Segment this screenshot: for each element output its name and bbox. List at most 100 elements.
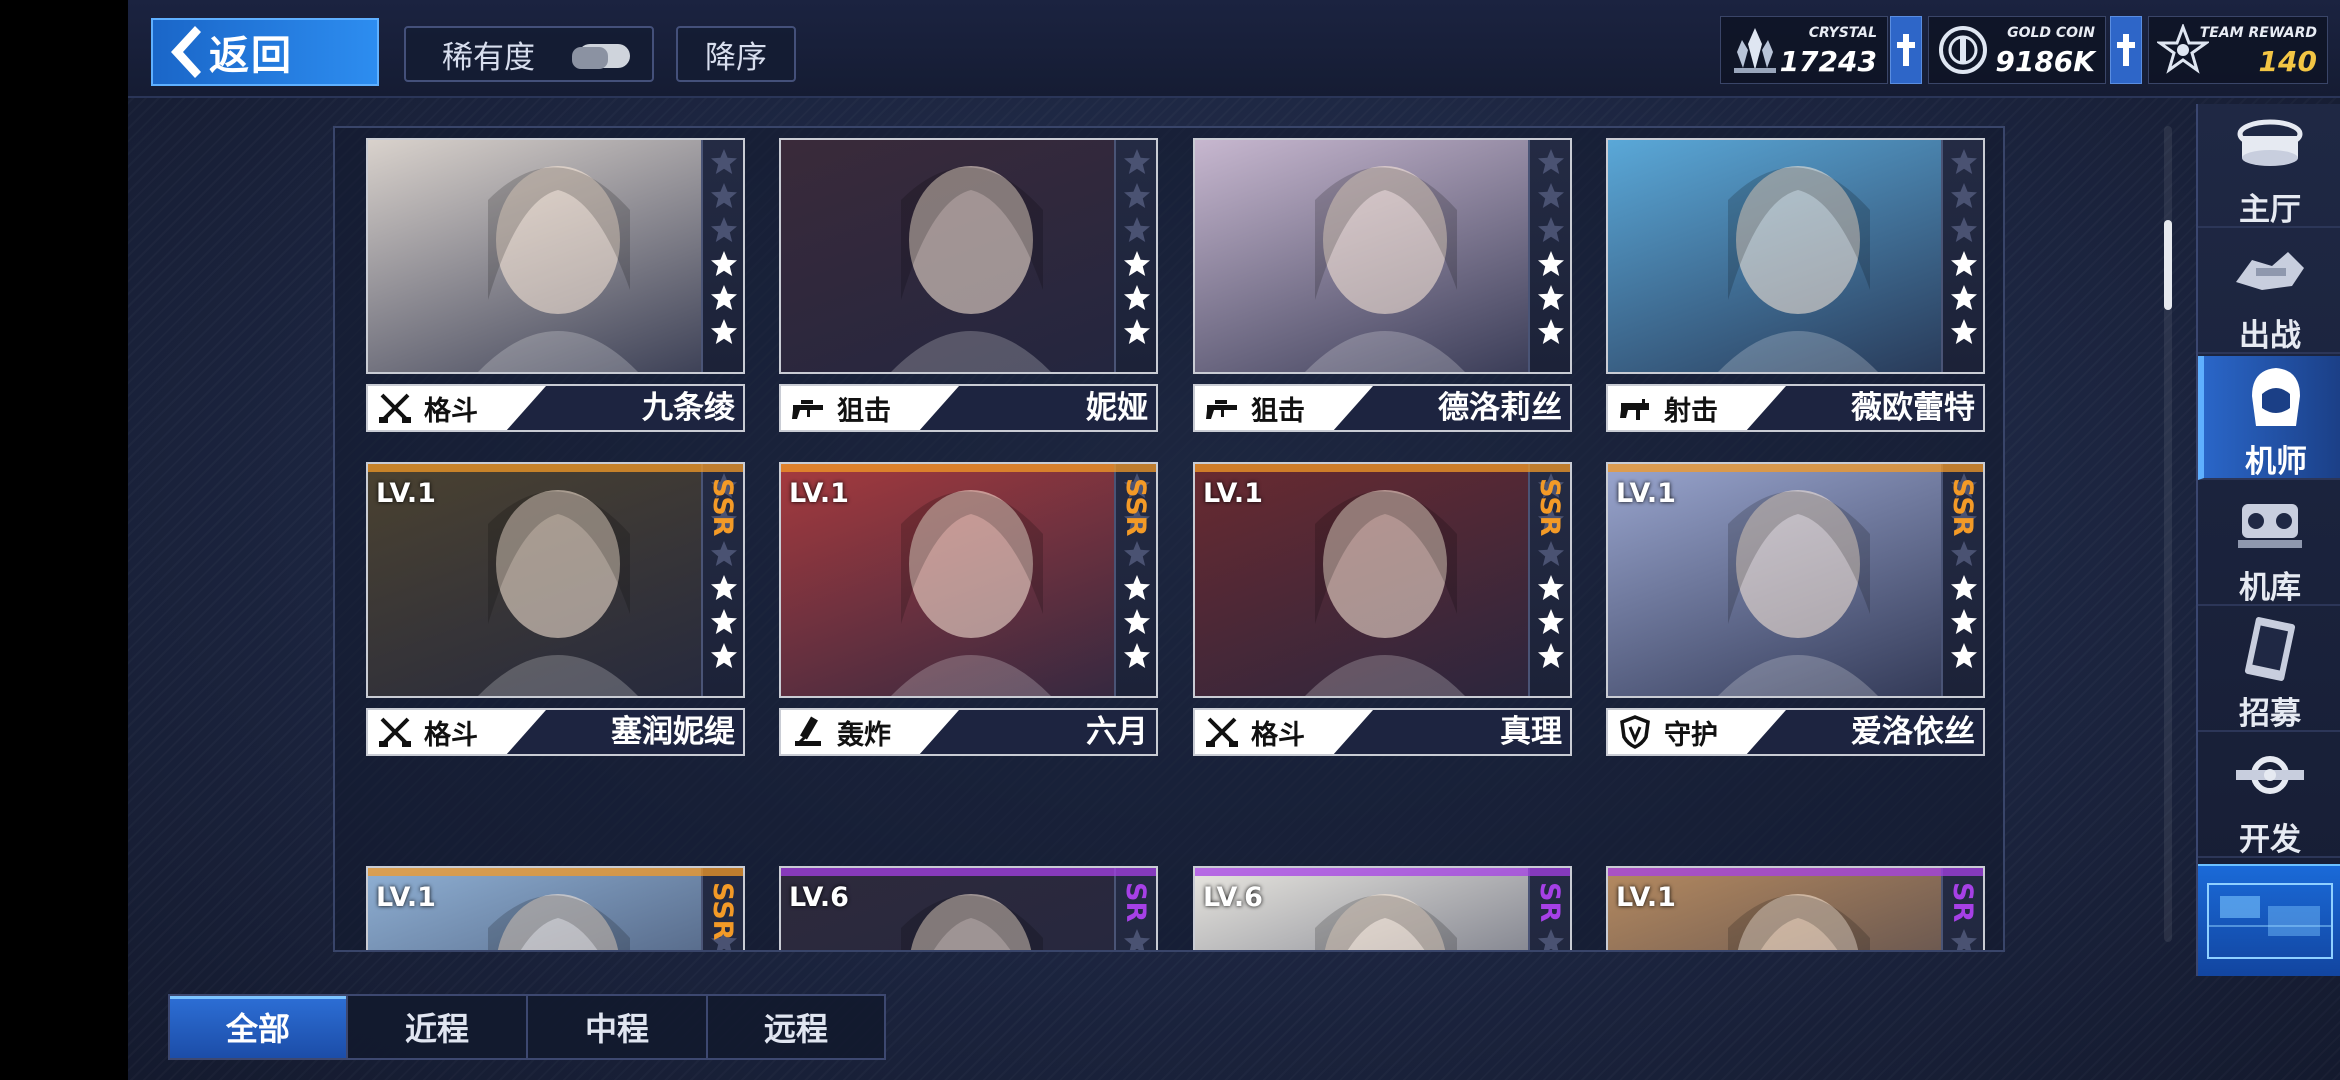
pilot-portrait-frame bbox=[1606, 138, 1985, 374]
pilot-name: 妮娅 bbox=[1086, 390, 1148, 426]
mini-map-button[interactable] bbox=[2198, 864, 2340, 976]
pilot-level: LV.1 bbox=[376, 478, 436, 509]
rarity-top-line bbox=[781, 464, 1156, 472]
star-icon bbox=[1950, 574, 1978, 602]
star-icon bbox=[1950, 642, 1978, 670]
pilot-name: 德洛莉丝 bbox=[1438, 390, 1562, 426]
nav-item-pilot[interactable]: 机师 bbox=[2198, 356, 2340, 480]
nav-item-recruit[interactable]: 招募 bbox=[2198, 608, 2340, 732]
star-icon bbox=[710, 540, 738, 568]
star-rating bbox=[1528, 140, 1570, 372]
pilot-level: LV.1 bbox=[1203, 478, 1263, 509]
nav-item-lobby[interactable]: 主厅 bbox=[2198, 104, 2340, 228]
pilot-portrait-frame: LV.1 SSR bbox=[1606, 462, 1985, 698]
star-icon bbox=[710, 284, 738, 312]
star-icon bbox=[710, 216, 738, 244]
team-reward-value: 140 bbox=[2258, 45, 2317, 78]
pilot-role-tag: 守护 bbox=[1608, 710, 1786, 754]
nav-item-hangar[interactable]: 机库 bbox=[2198, 482, 2340, 606]
back-label: 返回 bbox=[209, 33, 293, 79]
crystal-value: 17243 bbox=[1779, 45, 1877, 78]
back-button[interactable]: 返回 bbox=[151, 18, 379, 86]
rarity-top-line bbox=[368, 868, 743, 876]
crystal-counter: CRYSTAL 17243 bbox=[1720, 16, 1888, 84]
scrollbar-thumb[interactable] bbox=[2164, 220, 2172, 310]
star-icon bbox=[1950, 928, 1978, 950]
pilot-portrait-frame bbox=[366, 138, 745, 374]
nav-item-develop[interactable]: 开发 bbox=[2198, 734, 2340, 858]
star-icon bbox=[1950, 148, 1978, 176]
tab-range-2[interactable]: 中程 bbox=[528, 996, 708, 1058]
develop-icon bbox=[2232, 742, 2308, 808]
tab-range-0[interactable]: 全部 bbox=[170, 996, 348, 1058]
order-button[interactable]: 降序 bbox=[676, 26, 796, 82]
pilot-role-label: 狙击 bbox=[837, 395, 891, 427]
pilot-role-tag: 轰炸 bbox=[781, 710, 959, 754]
crystal-icon bbox=[1723, 19, 1787, 81]
crossed-swords-icon bbox=[1205, 715, 1239, 749]
pilot-portrait-frame: LV.1 SSR bbox=[366, 866, 745, 950]
gold-coin-counter: GOLD COIN 9186K bbox=[1928, 16, 2106, 84]
pilot-name: 薇欧蕾特 bbox=[1851, 390, 1975, 426]
pilot-portrait-frame: LV.1 SSR bbox=[1193, 462, 1572, 698]
star-icon bbox=[1123, 284, 1151, 312]
pilot-name: 爱洛依丝 bbox=[1851, 714, 1975, 750]
star-icon bbox=[1123, 216, 1151, 244]
side-navigation: 主厅出战机师 机库 招募 开发 bbox=[2196, 104, 2340, 976]
sniper-rifle-icon bbox=[1205, 391, 1239, 425]
star-icon bbox=[1950, 250, 1978, 278]
tab-range-1[interactable]: 近程 bbox=[348, 996, 528, 1058]
pilot-portrait-frame bbox=[1193, 138, 1572, 374]
star-icon bbox=[1537, 250, 1565, 278]
star-icon bbox=[1950, 284, 1978, 312]
star-icon bbox=[1537, 928, 1565, 950]
star-icon bbox=[1123, 642, 1151, 670]
crystal-add-button[interactable] bbox=[1890, 16, 1922, 84]
rarity-badge: SR bbox=[1947, 882, 1978, 923]
nav-item-sortie[interactable]: 出战 bbox=[2198, 230, 2340, 354]
tab-range-3[interactable]: 远程 bbox=[708, 996, 884, 1058]
pilot-portrait-image bbox=[781, 140, 1115, 372]
star-icon bbox=[710, 318, 738, 346]
rarity-badge: SSR bbox=[707, 882, 738, 941]
pilot-role-label: 格斗 bbox=[424, 395, 478, 427]
gold-coin-icon bbox=[1931, 19, 1995, 81]
plus-icon bbox=[1897, 34, 1915, 66]
crystal-caption: CRYSTAL bbox=[1808, 25, 1877, 41]
star-icon bbox=[710, 250, 738, 278]
rarity-badge: SR bbox=[1534, 882, 1565, 923]
nav-item-label: 机师 bbox=[2245, 444, 2307, 480]
star-icon bbox=[1950, 608, 1978, 636]
pilot-portrait-image bbox=[368, 140, 702, 372]
star-icon bbox=[1123, 574, 1151, 602]
star-icon bbox=[1537, 642, 1565, 670]
star-icon bbox=[710, 182, 738, 210]
star-rating bbox=[1941, 140, 1983, 372]
pilot-level: LV.1 bbox=[1616, 478, 1676, 509]
pilot-level: LV.6 bbox=[1203, 882, 1263, 913]
nav-item-label: 出战 bbox=[2239, 318, 2301, 354]
assault-rifle-icon bbox=[1618, 391, 1652, 425]
pilot-name: 九条绫 bbox=[642, 390, 735, 426]
star-icon bbox=[1537, 574, 1565, 602]
rarity-badge: SSR bbox=[1120, 478, 1151, 537]
star-icon bbox=[710, 148, 738, 176]
pilot-name: 真理 bbox=[1500, 714, 1562, 750]
map-icon bbox=[2207, 883, 2333, 959]
pilot-role-label: 格斗 bbox=[1251, 719, 1305, 751]
sniper-rifle-icon bbox=[791, 391, 825, 425]
team-reward-counter[interactable]: TEAM REWARD 140 bbox=[2148, 16, 2328, 84]
pilot-role-label: 格斗 bbox=[424, 719, 478, 751]
grid-scrollbar[interactable] bbox=[2164, 126, 2172, 942]
gold-add-button[interactable] bbox=[2110, 16, 2142, 84]
star-icon bbox=[1537, 216, 1565, 244]
pilot-level: LV.1 bbox=[1616, 882, 1676, 913]
pilot-name: 六月 bbox=[1086, 714, 1148, 750]
pilot-role-tag: 狙击 bbox=[1195, 386, 1373, 430]
pilot-portrait-image bbox=[1195, 140, 1529, 372]
pilot-portrait-frame: LV.1 SSR bbox=[366, 462, 745, 698]
pilot-level: LV.1 bbox=[789, 478, 849, 509]
star-icon bbox=[1950, 540, 1978, 568]
pilot-role-label: 狙击 bbox=[1251, 395, 1305, 427]
rarity-sort-toggle[interactable]: 稀有度 bbox=[404, 26, 654, 82]
